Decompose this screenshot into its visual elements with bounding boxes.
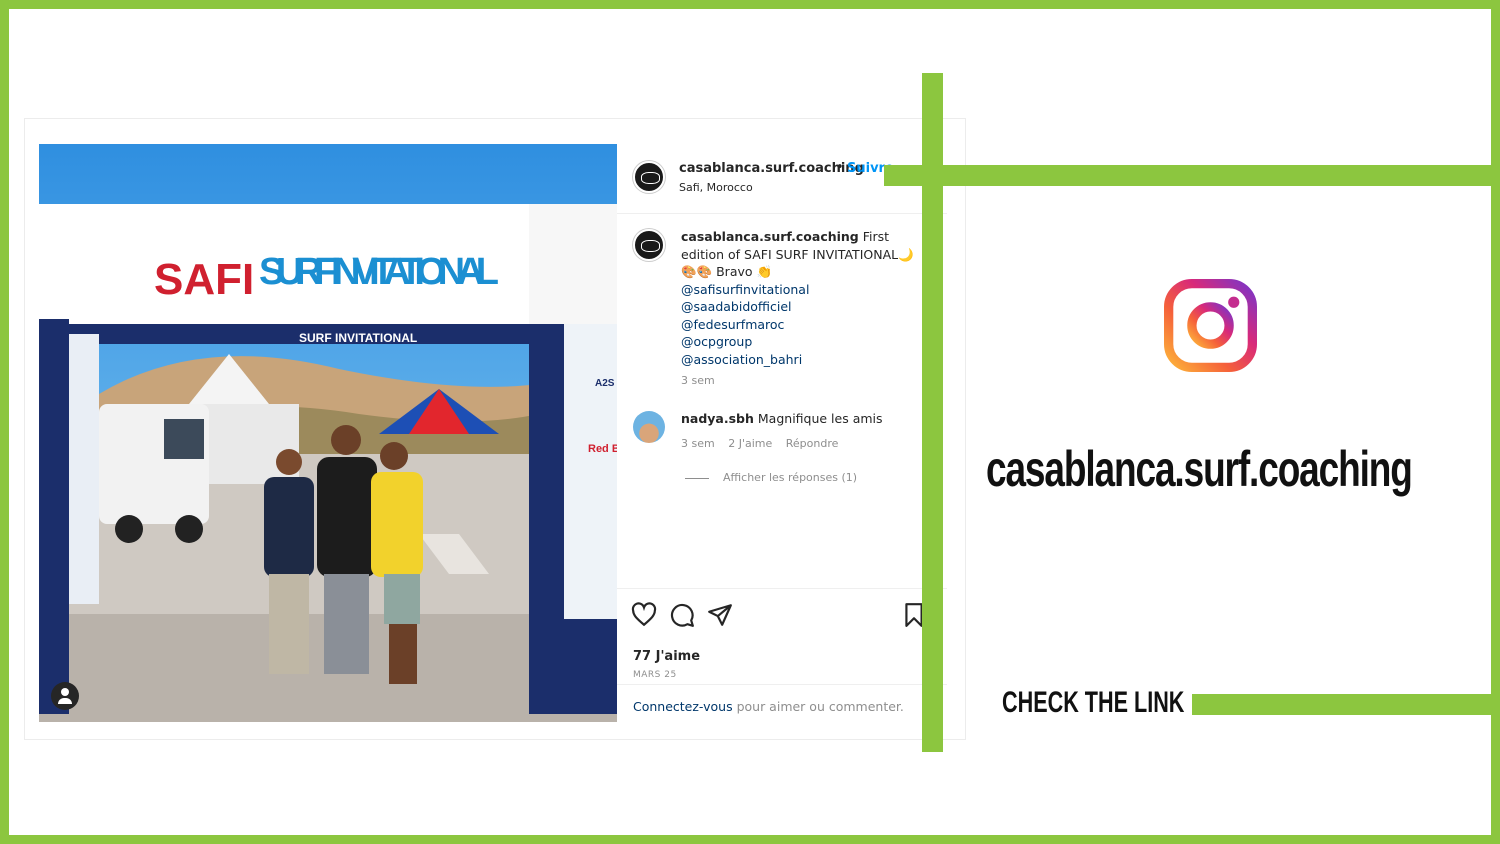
- post-date: MARS 25: [633, 670, 677, 680]
- comment-meta: 3 sem 2 J'aime Répondre: [681, 437, 848, 450]
- post-photo[interactable]: SAFI SURF INVITATIONAL SURF INVITATIONAL…: [39, 144, 617, 722]
- login-divider: [617, 684, 947, 685]
- login-prompt: Connectez-vous pour aimer ou commenter.: [633, 699, 904, 714]
- surf-event-photo: SAFI SURF INVITATIONAL SURF INVITATIONAL…: [39, 144, 617, 722]
- green-top-bar: [884, 165, 1500, 186]
- login-text: pour aimer ou commenter.: [732, 699, 904, 714]
- caption-username[interactable]: casablanca.surf.coaching: [681, 229, 859, 244]
- green-bottom-bar: [1192, 694, 1500, 715]
- comment-likes[interactable]: 2 J'aime: [728, 437, 772, 450]
- separator-dot: •: [836, 160, 844, 175]
- heart-icon[interactable]: [631, 602, 657, 628]
- comment-username[interactable]: nadya.sbh: [681, 411, 754, 426]
- share-icon[interactable]: [707, 602, 733, 628]
- reply-button[interactable]: Répondre: [786, 437, 839, 450]
- caption-tag[interactable]: @fedesurfmaroc: [681, 316, 921, 334]
- profile-avatar[interactable]: [633, 161, 665, 193]
- comment-timestamp[interactable]: 3 sem: [681, 437, 715, 450]
- caption-tag[interactable]: @association_bahri: [681, 351, 921, 369]
- post-sidebar: casablanca.surf.coaching • Suivre Safi, …: [617, 144, 947, 722]
- comment-icon[interactable]: [669, 602, 695, 628]
- instagram-icon[interactable]: [1164, 279, 1257, 372]
- sub-banner-text: SURF INVITATIONAL: [299, 331, 417, 345]
- likes-count[interactable]: 77 J'aime: [633, 649, 700, 664]
- comment: nadya.sbh Magnifique les amis: [681, 411, 883, 426]
- promo-handle: casablanca.surf.coaching: [986, 441, 1413, 497]
- caption-tag[interactable]: @ocpgroup: [681, 333, 921, 351]
- banner-right-text: SURF INVITATIONAL: [259, 251, 499, 293]
- user-icon[interactable]: [51, 682, 79, 710]
- comment-text: Magnifique les amis: [757, 411, 883, 426]
- commenter-avatar[interactable]: [633, 411, 665, 443]
- view-replies-button[interactable]: Afficher les réponses (1): [685, 471, 857, 484]
- pillar-text: A2S: [595, 378, 615, 389]
- promo-cta[interactable]: CHECK THE LINK: [1002, 686, 1184, 720]
- caption-avatar[interactable]: [633, 229, 665, 261]
- caption-tag[interactable]: @safisurfinvitational: [681, 281, 921, 299]
- redbull-text: Red B: [588, 443, 617, 455]
- caption-timestamp[interactable]: 3 sem: [681, 374, 715, 387]
- post-caption: casablanca.surf.coaching First edition o…: [681, 228, 921, 368]
- login-link[interactable]: Connectez-vous: [633, 699, 733, 714]
- post-location[interactable]: Safi, Morocco: [679, 181, 753, 194]
- instagram-post-embed: SAFI SURF INVITATIONAL SURF INVITATIONAL…: [24, 118, 966, 740]
- people: [264, 425, 423, 684]
- caption-tag[interactable]: @saadabidofficiel: [681, 298, 921, 316]
- actions-divider: [617, 588, 947, 589]
- banner-left-text: SAFI: [154, 255, 254, 304]
